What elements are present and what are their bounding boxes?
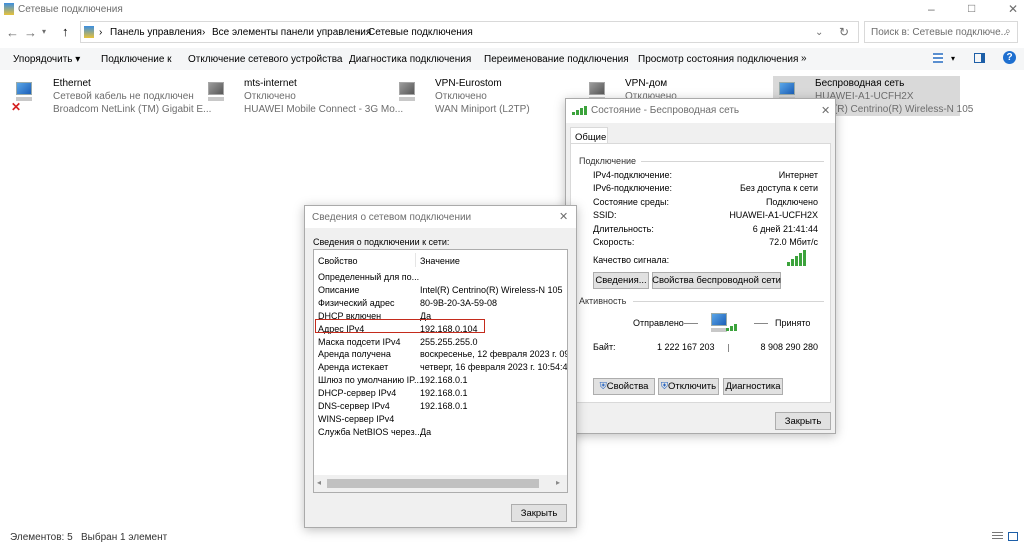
wifi-signal-icon	[572, 106, 587, 115]
property-name: Аренда получена	[318, 349, 391, 360]
breadcrumb-item[interactable]: Сетевые подключения	[368, 27, 473, 38]
close-button[interactable]: Закрыть	[775, 412, 831, 430]
view-options-icon[interactable]	[933, 53, 943, 63]
bytes-sent: 1 222 167 203	[657, 342, 715, 352]
maximize-button[interactable]: □	[968, 1, 975, 15]
disconnected-x-icon: ✕	[11, 100, 22, 114]
horizontal-scrollbar[interactable]: ◂ ▸	[314, 475, 567, 492]
app-icon	[4, 3, 14, 15]
property-value: Да	[420, 426, 432, 437]
address-dropdown[interactable]: ⌄	[815, 27, 823, 38]
property-name: Определенный для по...	[318, 272, 420, 282]
close-button[interactable]: ✕	[1008, 2, 1018, 16]
property-name: Описание	[318, 284, 360, 295]
close-button[interactable]: Закрыть	[511, 504, 567, 522]
section-activity: Активность	[579, 296, 627, 306]
wireless-properties-button[interactable]: Свойства беспроводной сети	[652, 272, 781, 289]
preview-pane-icon[interactable]	[974, 53, 985, 63]
connect-to-button[interactable]: Подключение к	[101, 54, 172, 65]
connection-mts-internet[interactable]: mts-internet Отключено HUAWEI Mobile Con…	[202, 76, 403, 116]
property-name: DHCP-сервер IPv4	[318, 388, 397, 399]
section-connection: Подключение	[579, 156, 637, 166]
address-bar[interactable]: › Панель управления › Все элементы панел…	[80, 21, 859, 43]
property-value: воскресенье, 12 февраля 2023 г. 09:41	[420, 349, 568, 360]
property-name: Аренда истекает	[318, 362, 389, 373]
rename-button[interactable]: Переименование подключения	[484, 54, 629, 65]
column-header-value[interactable]: Значение	[420, 256, 460, 266]
property-value: 192.168.0.1	[420, 401, 468, 411]
selected-count: Выбран 1 элемент	[81, 532, 168, 543]
disable-device-button[interactable]: Отключение сетевого устройства	[188, 54, 343, 65]
property-value: четверг, 16 февраля 2023 г. 10:54:49	[420, 362, 568, 373]
help-icon[interactable]: ?	[1003, 51, 1016, 64]
breadcrumb-item[interactable]: Все элементы панели управления	[212, 27, 371, 38]
property-value: 80-9B-20-3A-59-08	[420, 297, 498, 308]
close-icon[interactable]: ✕	[821, 104, 830, 117]
refresh-button[interactable]: ↻	[839, 25, 849, 39]
network-activity-icon	[707, 311, 733, 335]
column-header-property[interactable]: Свойство	[318, 256, 358, 266]
property-name: WINS-сервер IPv4	[318, 413, 395, 424]
property-name: Маска подсети IPv4	[318, 336, 401, 347]
control-panel-icon	[84, 26, 94, 38]
connection-ethernet[interactable]: ✕ Ethernet Сетевой кабель не подключен B…	[10, 76, 211, 116]
signal-quality-icon	[787, 250, 806, 266]
disconnect-button[interactable]: ⛨ Отключить	[658, 378, 719, 395]
search-icon: ⌕	[1005, 26, 1011, 37]
minimize-button[interactable]: –	[928, 2, 935, 16]
details-label: Сведения о подключении к сети:	[313, 237, 450, 247]
bytes-received: 8 908 290 280	[760, 342, 818, 352]
organize-menu[interactable]: Упорядочить ▾	[13, 54, 80, 65]
search-input[interactable]: Поиск в: Сетевые подключе... ⌕	[864, 21, 1018, 43]
up-button[interactable]: ↑	[62, 24, 69, 39]
status-dialog: Состояние - Беспроводная сеть ✕ Общие По…	[565, 98, 836, 434]
property-name: Служба NetBIOS через...	[318, 426, 423, 437]
dialog-title: Состояние - Беспроводная сеть	[591, 105, 740, 116]
diagnose-button[interactable]: Диагностика подключения	[349, 54, 471, 65]
network-computer-icon	[204, 80, 230, 104]
close-icon[interactable]: ✕	[559, 210, 568, 223]
property-value: 192.168.0.1	[420, 375, 468, 386]
property-value: 192.168.0.1	[420, 388, 468, 399]
forward-button[interactable]: →	[24, 25, 37, 40]
breadcrumb-item[interactable]: Панель управления	[110, 27, 202, 38]
connection-vpn-eurostom[interactable]: VPN-Eurostom Отключено WAN Miniport (L2T…	[393, 76, 578, 116]
details-button[interactable]: Сведения...	[593, 272, 649, 289]
details-dialog: Сведения о сетевом подключении ✕ Сведени…	[304, 205, 577, 528]
network-computer-icon	[395, 80, 421, 104]
property-name: DNS-сервер IPv4	[318, 401, 390, 411]
property-value: 255.255.255.0	[420, 336, 478, 347]
highlight-box	[315, 319, 485, 333]
item-count: Элементов: 5	[10, 532, 73, 543]
shield-icon: ⛨	[599, 381, 607, 392]
recent-dropdown[interactable]: ▾	[42, 27, 46, 36]
dialog-title: Сведения о сетевом подключении	[312, 212, 472, 223]
more-button[interactable]: »	[801, 53, 807, 64]
back-button[interactable]: ←	[6, 25, 19, 40]
view-status-button[interactable]: Просмотр состояния подключения	[638, 54, 798, 65]
toolbar: Упорядочить ▾ Подключение к Отключение с…	[0, 48, 1024, 70]
shield-icon: ⛨	[660, 381, 669, 392]
properties-button[interactable]: ⛨ Свойства	[593, 378, 655, 395]
property-value: Intel(R) Centrino(R) Wireless-N 105	[420, 284, 563, 295]
property-name: Шлюз по умолчанию IP...	[318, 375, 422, 386]
diagnostics-button[interactable]: Диагностика	[723, 378, 783, 395]
property-name: Физический адрес	[318, 297, 395, 308]
large-icons-view-icon[interactable]	[1008, 532, 1018, 541]
window-title: Сетевые подключения	[18, 4, 123, 15]
tab-general[interactable]: Общие	[570, 127, 608, 144]
details-view-icon[interactable]	[992, 532, 1003, 541]
view-dropdown[interactable]: ▾	[951, 54, 955, 63]
details-list[interactable]: Свойство Значение Определенный для по...…	[313, 249, 568, 493]
